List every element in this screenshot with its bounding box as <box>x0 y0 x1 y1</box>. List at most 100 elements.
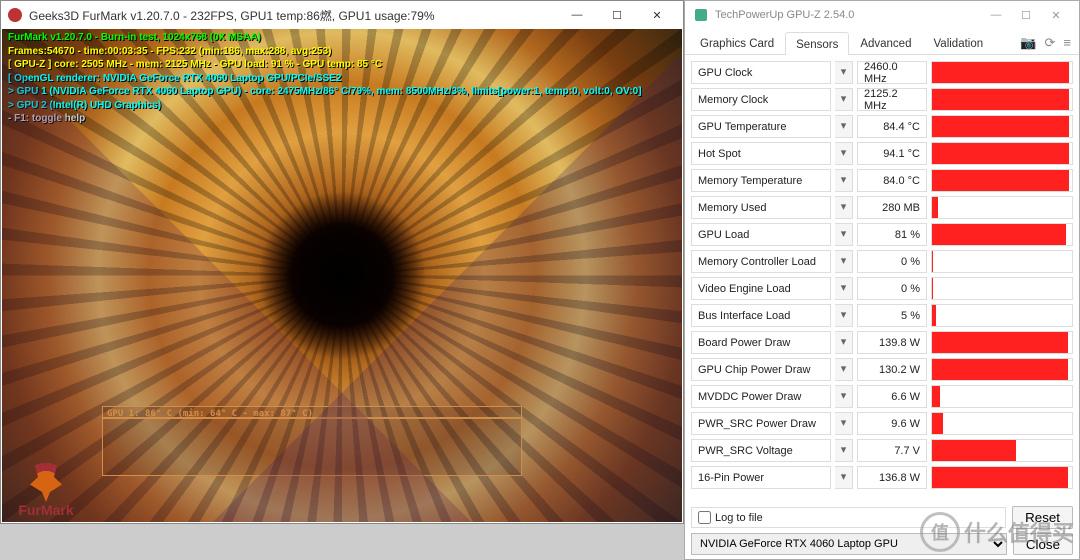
sensor-name[interactable]: GPU Chip Power Draw <box>691 358 831 381</box>
screenshot-icon[interactable]: 📷 <box>1020 35 1036 51</box>
sensor-name[interactable]: Video Engine Load <box>691 277 831 300</box>
sensor-graph <box>931 88 1073 111</box>
reset-button[interactable]: Reset <box>1012 506 1073 529</box>
sensor-graph <box>931 466 1073 489</box>
tab-graphics-card[interactable]: Graphics Card <box>689 31 785 54</box>
sensor-name[interactable]: GPU Clock <box>691 61 831 84</box>
sensor-row: GPU Chip Power Draw▾130.2 W <box>691 356 1073 383</box>
chevron-down-icon[interactable]: ▾ <box>835 61 853 84</box>
sensor-name[interactable]: Bus Interface Load <box>691 304 831 327</box>
sensor-value[interactable]: 84.4 °C <box>857 115 927 138</box>
chevron-down-icon[interactable]: ▾ <box>835 466 853 489</box>
furmark-titlebar[interactable]: Geeks3D FurMark v1.20.7.0 - 232FPS, GPU1… <box>1 1 683 29</box>
minimize-button[interactable]: — <box>981 9 1011 21</box>
sensor-graph <box>931 250 1073 273</box>
sensor-graph <box>931 61 1073 84</box>
furmark-app-icon <box>7 7 23 23</box>
gpuz-titlebar[interactable]: TechPowerUp GPU-Z 2.54.0 — ☐ ✕ <box>685 1 1079 29</box>
gpuz-app-icon <box>693 7 709 23</box>
sensor-name[interactable]: Memory Used <box>691 196 831 219</box>
sensor-row: Video Engine Load▾0 % <box>691 275 1073 302</box>
sensor-name[interactable]: Memory Clock <box>691 88 831 111</box>
sensor-name[interactable]: Memory Temperature <box>691 169 831 192</box>
sensor-name[interactable]: Memory Controller Load <box>691 250 831 273</box>
sensor-graph <box>931 331 1073 354</box>
sensor-value[interactable]: 280 MB <box>857 196 927 219</box>
sensor-value[interactable]: 84.0 °C <box>857 169 927 192</box>
close-button-footer[interactable]: Close <box>1013 533 1073 555</box>
sensor-value[interactable]: 7.7 V <box>857 439 927 462</box>
sensor-value[interactable]: 6.6 W <box>857 385 927 408</box>
sensor-value[interactable]: 130.2 W <box>857 358 927 381</box>
sensor-value[interactable]: 2125.2 MHz <box>857 88 927 111</box>
minimize-button[interactable]: — <box>557 5 597 25</box>
chevron-down-icon[interactable]: ▾ <box>835 331 853 354</box>
sensor-graph <box>931 196 1073 219</box>
gpuz-title-text: TechPowerUp GPU-Z 2.54.0 <box>715 9 854 21</box>
sensor-value[interactable]: 5 % <box>857 304 927 327</box>
sensor-row: Hot Spot▾94.1 °C <box>691 140 1073 167</box>
chevron-down-icon[interactable]: ▾ <box>835 115 853 138</box>
chevron-down-icon[interactable]: ▾ <box>835 304 853 327</box>
sensor-row: GPU Load▾81 % <box>691 221 1073 248</box>
tab-sensors[interactable]: Sensors <box>785 32 849 55</box>
sensor-value[interactable]: 0 % <box>857 277 927 300</box>
refresh-icon[interactable]: ⟳ <box>1045 35 1056 51</box>
sensor-row: Bus Interface Load▾5 % <box>691 302 1073 329</box>
sensor-graph <box>931 439 1073 462</box>
gpu-select[interactable]: NVIDIA GeForce RTX 4060 Laptop GPU <box>691 533 1007 555</box>
sensor-row: Memory Temperature▾84.0 °C <box>691 167 1073 194</box>
chevron-down-icon[interactable]: ▾ <box>835 358 853 381</box>
maximize-button[interactable]: ☐ <box>597 5 637 25</box>
sensor-row: MVDDC Power Draw▾6.6 W <box>691 383 1073 410</box>
chevron-down-icon[interactable]: ▾ <box>835 88 853 111</box>
sensor-row: 16-Pin Power▾136.8 W <box>691 464 1073 491</box>
sensor-name[interactable]: GPU Temperature <box>691 115 831 138</box>
sensor-value[interactable]: 81 % <box>857 223 927 246</box>
sensor-name[interactable]: PWR_SRC Power Draw <box>691 412 831 435</box>
sensor-row: Memory Used▾280 MB <box>691 194 1073 221</box>
sensor-row: GPU Clock▾2460.0 MHz <box>691 59 1073 86</box>
sensor-name[interactable]: GPU Load <box>691 223 831 246</box>
sensor-graph <box>931 169 1073 192</box>
chevron-down-icon[interactable]: ▾ <box>835 142 853 165</box>
furmark-hud: FurMark v1.20.7.0 - Burn-in test, 1024x7… <box>8 31 642 126</box>
gpuz-window: TechPowerUp GPU-Z 2.54.0 — ☐ ✕ Graphics … <box>684 0 1080 560</box>
sensor-value[interactable]: 2460.0 MHz <box>857 61 927 84</box>
sensor-graph <box>931 223 1073 246</box>
menu-icon[interactable]: ≡ <box>1063 35 1071 51</box>
furmark-window: Geeks3D FurMark v1.20.7.0 - 232FPS, GPU1… <box>0 0 684 524</box>
chevron-down-icon[interactable]: ▾ <box>835 439 853 462</box>
chevron-down-icon[interactable]: ▾ <box>835 385 853 408</box>
sensor-value[interactable]: 94.1 °C <box>857 142 927 165</box>
sensor-name[interactable]: PWR_SRC Voltage <box>691 439 831 462</box>
sensor-graph <box>931 115 1073 138</box>
sensor-name[interactable]: Hot Spot <box>691 142 831 165</box>
sensor-name[interactable]: MVDDC Power Draw <box>691 385 831 408</box>
chevron-down-icon[interactable]: ▾ <box>835 250 853 273</box>
close-button[interactable]: ✕ <box>637 5 677 25</box>
chevron-down-icon[interactable]: ▾ <box>835 277 853 300</box>
sensor-name[interactable]: 16-Pin Power <box>691 466 831 489</box>
sensor-row: PWR_SRC Voltage▾7.7 V <box>691 437 1073 464</box>
sensor-row: PWR_SRC Power Draw▾9.6 W <box>691 410 1073 437</box>
gpuz-tabs: Graphics Card Sensors Advanced Validatio… <box>685 29 1079 55</box>
log-checkbox-input[interactable] <box>698 511 711 524</box>
maximize-button[interactable]: ☐ <box>1011 9 1041 22</box>
sensor-row: Memory Controller Load▾0 % <box>691 248 1073 275</box>
sensor-value[interactable]: 0 % <box>857 250 927 273</box>
log-to-file-checkbox[interactable]: Log to file <box>691 507 1006 528</box>
tab-advanced[interactable]: Advanced <box>849 31 922 54</box>
sensor-value[interactable]: 136.8 W <box>857 466 927 489</box>
close-button[interactable]: ✕ <box>1041 9 1071 22</box>
chevron-down-icon[interactable]: ▾ <box>835 223 853 246</box>
chevron-down-icon[interactable]: ▾ <box>835 412 853 435</box>
sensor-value[interactable]: 139.8 W <box>857 331 927 354</box>
furmark-logo: FurMark <box>6 438 86 518</box>
sensor-name[interactable]: Board Power Draw <box>691 331 831 354</box>
sensor-graph <box>931 304 1073 327</box>
sensor-value[interactable]: 9.6 W <box>857 412 927 435</box>
chevron-down-icon[interactable]: ▾ <box>835 169 853 192</box>
tab-validation[interactable]: Validation <box>922 31 994 54</box>
chevron-down-icon[interactable]: ▾ <box>835 196 853 219</box>
